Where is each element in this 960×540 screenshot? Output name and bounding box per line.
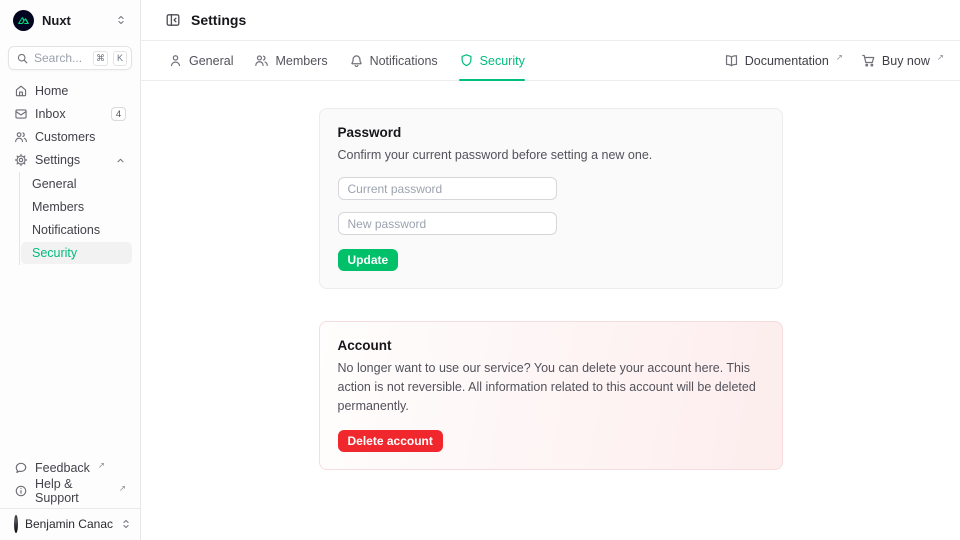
sidebar-subitem-members[interactable]: Members [21,196,132,218]
tab-members[interactable]: Members [254,41,327,80]
external-link-icon: ↗ [937,52,944,63]
bell-icon [349,53,364,68]
documentation-link[interactable]: Documentation ↗ [724,53,843,68]
external-link-icon: ↗ [98,460,105,471]
tab-label: Security [480,54,525,68]
sidebar-item-inbox[interactable]: Inbox 4 [8,103,132,125]
account-card: Account No longer want to use our servic… [319,321,783,470]
user-name: Benjamin Canac [25,517,113,531]
gear-icon [14,153,28,167]
users-icon [254,53,269,68]
search-input[interactable]: Search... ⌘ K [8,46,132,70]
account-card-description: No longer want to use our service? You c… [338,359,764,416]
account-card-title: Account [338,338,764,353]
tab-label: Notifications [370,54,438,68]
main-area: Settings General Members Notifications S… [141,0,960,540]
workspace-name: Nuxt [42,13,107,28]
password-card-description: Confirm your current password before set… [338,146,764,165]
inbox-icon [14,107,28,121]
new-password-field[interactable] [338,212,557,235]
sidebar-footer: Feedback ↗ Help & Support ↗ [8,457,132,508]
sidebar-item-label: Home [35,84,126,98]
inbox-count-badge: 4 [111,107,126,121]
update-password-button[interactable]: Update [338,249,399,271]
sidebar-subitem-label: General [32,177,76,191]
nuxt-logo-icon [13,10,34,31]
chat-bubble-icon [14,461,28,475]
page-header: Settings [141,0,960,41]
settings-subtree: General Members Notifications Security [19,172,132,265]
sidebar-item-home[interactable]: Home [8,80,132,102]
avatar [14,515,18,533]
chevron-up-down-icon [115,14,127,26]
password-card: Password Confirm your current password b… [319,108,783,289]
tab-label: General [189,54,233,68]
search-icon [16,52,29,65]
sidebar-subitem-label: Members [32,200,84,214]
cart-icon [861,53,876,68]
tab-general[interactable]: General [168,41,233,80]
kbd-k: K [113,51,127,66]
settings-security-content: Password Confirm your current password b… [141,81,960,540]
help-support-label: Help & Support [35,477,111,505]
sidebar-item-customers[interactable]: Customers [8,126,132,148]
users-icon [14,130,28,144]
page-title: Settings [191,12,246,28]
shield-icon [459,53,474,68]
documentation-label: Documentation [745,54,829,68]
workspace-switcher[interactable]: Nuxt [8,0,132,40]
current-password-field[interactable] [338,177,557,200]
sidebar-nav: Home Inbox 4 Customers Settings [8,80,132,265]
buy-now-label: Buy now [882,54,930,68]
sidebar-item-settings[interactable]: Settings [8,149,132,171]
tab-notifications[interactable]: Notifications [349,41,438,80]
chevron-up-icon [115,155,126,166]
book-open-icon [724,53,739,68]
password-card-title: Password [338,125,764,140]
sidebar-subitem-notifications[interactable]: Notifications [21,219,132,241]
header-actions: Documentation ↗ Buy now ↗ [724,41,944,80]
search-placeholder: Search... [34,51,88,65]
feedback-link[interactable]: Feedback ↗ [8,457,132,479]
kbd-meta: ⌘ [93,51,108,66]
sidebar-subitem-general[interactable]: General [21,173,132,195]
sidebar: Nuxt Search... ⌘ K Home Inbox 4 [0,0,141,540]
sidebar-spacer [8,265,132,457]
home-icon [14,84,28,98]
collapse-sidebar-icon[interactable] [165,12,181,28]
external-link-icon: ↗ [119,483,126,494]
user-menu[interactable]: Benjamin Canac [0,508,140,540]
help-support-link[interactable]: Help & Support ↗ [8,480,132,502]
chevron-up-down-icon [120,518,132,530]
sidebar-subitem-label: Notifications [32,223,100,237]
sidebar-item-label: Inbox [35,107,104,121]
sidebar-item-label: Customers [35,130,126,144]
buy-now-link[interactable]: Buy now ↗ [861,53,944,68]
delete-account-button[interactable]: Delete account [338,430,443,452]
external-link-icon: ↗ [836,52,843,63]
settings-tabbar: General Members Notifications Security [141,41,960,81]
tab-security[interactable]: Security [459,41,525,80]
user-icon [168,53,183,68]
tab-label: Members [275,54,327,68]
feedback-label: Feedback [35,461,90,475]
sidebar-subitem-label: Security [32,246,77,260]
sidebar-subitem-security[interactable]: Security [21,242,132,264]
sidebar-item-label: Settings [35,153,108,167]
info-circle-icon [14,484,28,498]
